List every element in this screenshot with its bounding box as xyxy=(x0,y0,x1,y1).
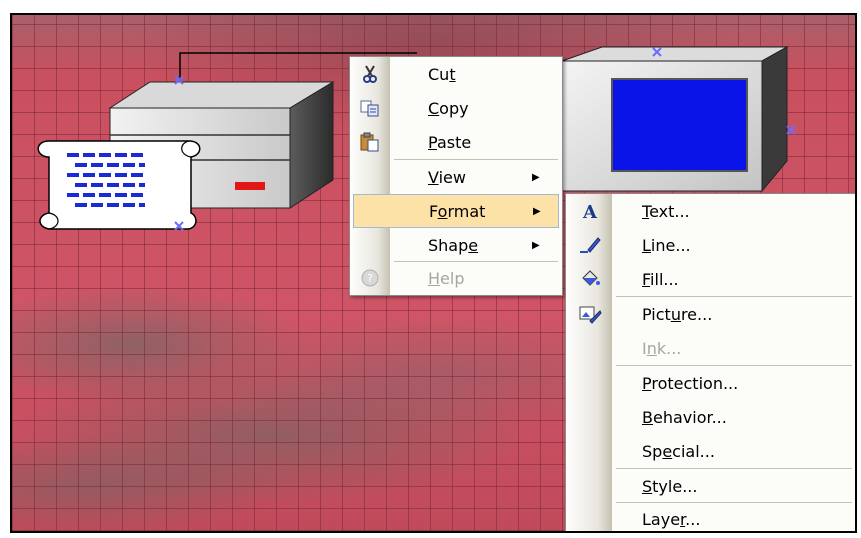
submenu-item-protection[interactable]: Protection... xyxy=(566,366,855,400)
drawing-canvas[interactable]: Cut Copy Paste View ▶ Format ▶ Shape ▶ ?… xyxy=(10,13,857,533)
menu-item-label: Fill... xyxy=(642,269,679,289)
menu-item-label: Paste xyxy=(428,132,472,152)
line-format-icon xyxy=(578,233,602,257)
submenu-item-ink[interactable]: Ink... xyxy=(566,331,855,365)
menu-item-label: Special... xyxy=(642,441,715,461)
selection-handle[interactable] xyxy=(786,125,796,135)
menu-item-copy[interactable]: Copy xyxy=(350,91,562,125)
copy-icon xyxy=(358,96,382,120)
menu-item-label: Cut xyxy=(428,64,456,84)
selection-handle[interactable] xyxy=(174,221,184,231)
submenu-arrow-icon: ▶ xyxy=(533,205,541,217)
menu-item-label: Shape xyxy=(428,235,479,255)
submenu-item-behavior[interactable]: Behavior... xyxy=(566,400,855,434)
svg-text:A: A xyxy=(582,202,598,222)
menu-item-label: View xyxy=(428,167,466,187)
menu-item-cut[interactable]: Cut xyxy=(350,57,562,91)
menu-item-view[interactable]: View ▶ xyxy=(350,160,562,194)
submenu-item-fill[interactable]: Fill... xyxy=(566,262,855,296)
monitor-screen xyxy=(611,78,748,172)
menu-item-format[interactable]: Format ▶ xyxy=(353,194,559,228)
menu-item-label: Style... xyxy=(642,476,698,496)
submenu-item-text[interactable]: A Text... xyxy=(566,194,855,228)
scissors-icon xyxy=(358,62,382,86)
submenu-item-style[interactable]: Style... xyxy=(566,469,855,503)
menu-item-paste[interactable]: Paste xyxy=(350,125,562,159)
picture-format-icon xyxy=(578,302,602,326)
context-menu: Cut Copy Paste View ▶ Format ▶ Shape ▶ ?… xyxy=(349,56,563,296)
submenu-item-picture[interactable]: Picture... xyxy=(566,297,855,331)
submenu-arrow-icon: ▶ xyxy=(532,239,540,251)
menu-item-label: Ink... xyxy=(642,338,682,358)
paste-icon xyxy=(358,130,382,154)
menu-item-label: Copy xyxy=(428,98,469,118)
text-format-icon: A xyxy=(578,199,602,223)
submenu-item-layer[interactable]: Layer... xyxy=(566,502,855,531)
document-scroll-shape[interactable] xyxy=(27,133,227,233)
menu-item-label: Text... xyxy=(642,201,690,221)
menu-item-label: Layer... xyxy=(642,509,701,529)
menu-item-label: Format xyxy=(429,201,486,221)
menu-item-label: Behavior... xyxy=(642,407,727,427)
selection-handle[interactable] xyxy=(174,75,184,85)
submenu-arrow-icon: ▶ xyxy=(532,171,540,183)
menu-item-shape[interactable]: Shape ▶ xyxy=(350,228,562,262)
menu-item-label: Line... xyxy=(642,235,691,255)
menu-item-label: Help xyxy=(428,268,465,288)
help-icon: ? xyxy=(358,266,382,290)
menu-item-label: Picture... xyxy=(642,304,713,324)
menu-item-help[interactable]: ? Help xyxy=(350,261,562,295)
submenu-item-special[interactable]: Special... xyxy=(566,434,855,468)
selection-handle[interactable] xyxy=(652,47,662,57)
fill-bucket-icon xyxy=(578,267,602,291)
monitor-shape[interactable] xyxy=(557,43,807,203)
format-submenu: A Text... Line... Fill... Picture... Ink… xyxy=(565,193,855,531)
submenu-item-line[interactable]: Line... xyxy=(566,228,855,262)
svg-text:?: ? xyxy=(367,272,373,285)
menu-item-label: Protection... xyxy=(642,373,739,393)
